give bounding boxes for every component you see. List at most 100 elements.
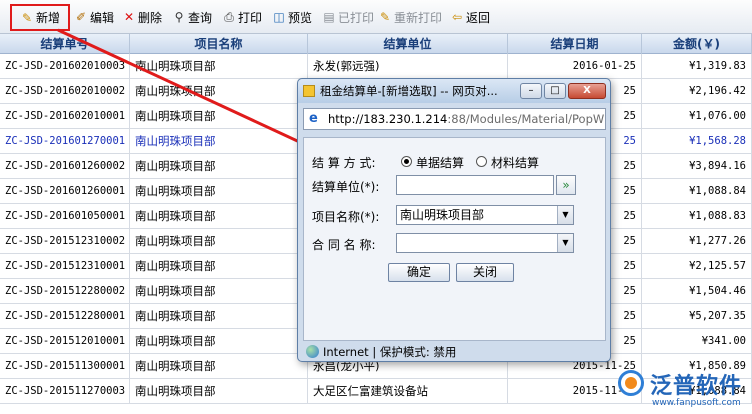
preview-button-label: 预览: [288, 10, 313, 25]
fanpu-logo-icon: [618, 370, 644, 396]
delete-button-label: 删除: [138, 10, 163, 25]
cell-project: 南山明珠项目部: [130, 104, 308, 128]
status-text: Internet | 保护模式: 禁用: [323, 345, 457, 359]
cell-unit: 大足区仁富建筑设备站: [308, 379, 508, 403]
toolbar: ✎ 新增 ✐ 编辑 ✕ 删除 ⚲ 查询 ⎙ 打印 ◫ 预览 ▤ 已打印 ✎ 重新…: [0, 0, 752, 34]
cell-date: 2016-01-25: [508, 54, 642, 78]
close-button[interactable]: 关闭: [456, 263, 514, 282]
col-header-project[interactable]: 项目名称: [130, 34, 308, 54]
table-row[interactable]: ZC-JSD-201602010003 南山明珠项目部 永发(郭远强) 2016-01…: [0, 54, 752, 79]
new-button[interactable]: ✎ 新增: [10, 4, 70, 31]
globe-icon: [306, 345, 319, 358]
cell-no: ZC-JSD-201512310002: [0, 229, 130, 253]
contract-label: 合 同 名 称:: [312, 238, 376, 252]
col-header-unit[interactable]: 结算单位: [308, 34, 508, 54]
edit-button-label: 编辑: [90, 10, 115, 25]
preview-button[interactable]: ◫ 预览: [272, 6, 312, 28]
cell-project: 南山明珠项目部: [130, 154, 308, 178]
project-select[interactable]: 南山明珠项目部 ▼: [396, 205, 574, 225]
cell-no: ZC-JSD-201601260001: [0, 179, 130, 203]
cell-project: 南山明珠项目部: [130, 304, 308, 328]
cell-no: ZC-JSD-201602010001: [0, 104, 130, 128]
new-doc-icon: ✎: [21, 10, 33, 25]
back-button[interactable]: ⇦ 返回: [450, 6, 490, 28]
cell-amount: ¥2,196.42: [642, 79, 752, 103]
reprint-button-label: 重新打印: [394, 10, 443, 25]
dialog-titlebar[interactable]: 租金结算单-[新增选取] -- 网页对... – □ X: [298, 79, 610, 103]
reprint-icon: ✎: [379, 10, 391, 24]
radio-by-document[interactable]: [401, 156, 412, 167]
delete-button[interactable]: ✕ 删除: [122, 6, 162, 28]
cell-amount: ¥5,207.35: [642, 304, 752, 328]
reprint-button[interactable]: ✎ 重新打印: [378, 6, 442, 28]
cell-amount: ¥2,125.57: [642, 254, 752, 278]
cell-no: ZC-JSD-201512280002: [0, 279, 130, 303]
cell-project: 南山明珠项目部: [130, 54, 308, 78]
cell-project: 南山明珠项目部: [130, 379, 308, 403]
address-url: http://183.230.1.214:88/Modules/Material…: [328, 112, 604, 126]
project-label: 项目名称(*):: [312, 210, 380, 224]
query-button[interactable]: ⚲ 查询: [172, 6, 212, 28]
radio-by-material[interactable]: [476, 156, 487, 167]
edit-button[interactable]: ✐ 编辑: [74, 6, 114, 28]
contract-select[interactable]: ▼: [396, 233, 574, 253]
watermark: 泛普软件 www.fanpusoft.com: [618, 364, 752, 414]
cell-amount: ¥1,088.83: [642, 204, 752, 228]
cell-no: ZC-JSD-201512310001: [0, 254, 130, 278]
cell-amount: ¥341.00: [642, 329, 752, 353]
printed-button-label: 已打印: [338, 10, 375, 25]
delete-x-icon: ✕: [123, 10, 135, 24]
cell-amount: ¥1,088.84: [642, 179, 752, 203]
cell-amount: ¥1,504.46: [642, 279, 752, 303]
minimize-button[interactable]: –: [520, 83, 542, 99]
dialog-title: 租金结算单-[新增选取] -- 网页对...: [320, 84, 498, 98]
address-bar[interactable]: e http://183.230.1.214:88/Modules/Materi…: [303, 108, 606, 130]
cell-no: ZC-JSD-201511270003: [0, 379, 130, 403]
project-select-value: 南山明珠项目部: [400, 208, 485, 222]
col-header-date[interactable]: 结算日期: [508, 34, 642, 54]
window-close-button[interactable]: X: [568, 83, 606, 99]
url-host: http://183.230.1.214: [328, 112, 448, 126]
window-app-icon: [303, 85, 315, 97]
back-icon: ⇦: [451, 10, 463, 24]
print-button-label: 打印: [238, 10, 263, 25]
method-label: 结 算 方 式:: [312, 156, 376, 170]
chevron-down-icon[interactable]: ▼: [557, 206, 573, 224]
cell-no: ZC-JSD-201511300001: [0, 354, 130, 378]
cell-amount: ¥1,277.26: [642, 229, 752, 253]
watermark-site: www.fanpusoft.com: [652, 398, 741, 408]
cell-project: 南山明珠项目部: [130, 79, 308, 103]
query-button-label: 查询: [188, 10, 213, 25]
binoculars-icon: ⚲: [174, 10, 184, 24]
edit-icon: ✐: [75, 10, 87, 24]
col-header-amount[interactable]: 金额(￥): [642, 34, 752, 54]
cell-no: ZC-JSD-201512010001: [0, 329, 130, 353]
cell-no: ZC-JSD-201602010003: [0, 54, 130, 78]
cell-project: 南山明珠项目部: [130, 229, 308, 253]
status-bar: Internet | 保护模式: 禁用: [303, 343, 606, 361]
ok-button[interactable]: 确定: [388, 263, 450, 282]
ie-page-icon: e: [309, 111, 318, 126]
new-button-label: 新增: [36, 11, 61, 25]
table-header: 结算单号 项目名称 结算单位 结算日期 金额(￥): [0, 34, 752, 54]
cell-no: ZC-JSD-201601050001: [0, 204, 130, 228]
col-header-no[interactable]: 结算单号: [0, 34, 130, 54]
cell-project: 南山明珠项目部: [130, 354, 308, 378]
cell-project: 南山明珠项目部: [130, 179, 308, 203]
cell-project: 南山明珠项目部: [130, 204, 308, 228]
cell-project: 南山明珠项目部: [130, 254, 308, 278]
radio-by-document-label[interactable]: 单据结算: [416, 154, 464, 171]
maximize-button[interactable]: □: [544, 83, 566, 99]
radio-by-material-label[interactable]: 材料结算: [491, 154, 539, 171]
printer-icon: ⎙: [224, 10, 234, 24]
chevron-down-icon[interactable]: ▼: [557, 234, 573, 252]
cell-project: 南山明珠项目部: [130, 279, 308, 303]
unit-lookup-button[interactable]: »: [556, 175, 576, 195]
printed-button[interactable]: ▤ 已打印: [322, 6, 374, 28]
unit-input[interactable]: [396, 175, 554, 195]
printed-icon: ▤: [323, 10, 335, 24]
back-button-label: 返回: [466, 10, 491, 25]
print-button[interactable]: ⎙ 打印: [222, 6, 262, 28]
cell-no: ZC-JSD-201601260002: [0, 154, 130, 178]
cell-no: ZC-JSD-201601270001: [0, 129, 130, 153]
